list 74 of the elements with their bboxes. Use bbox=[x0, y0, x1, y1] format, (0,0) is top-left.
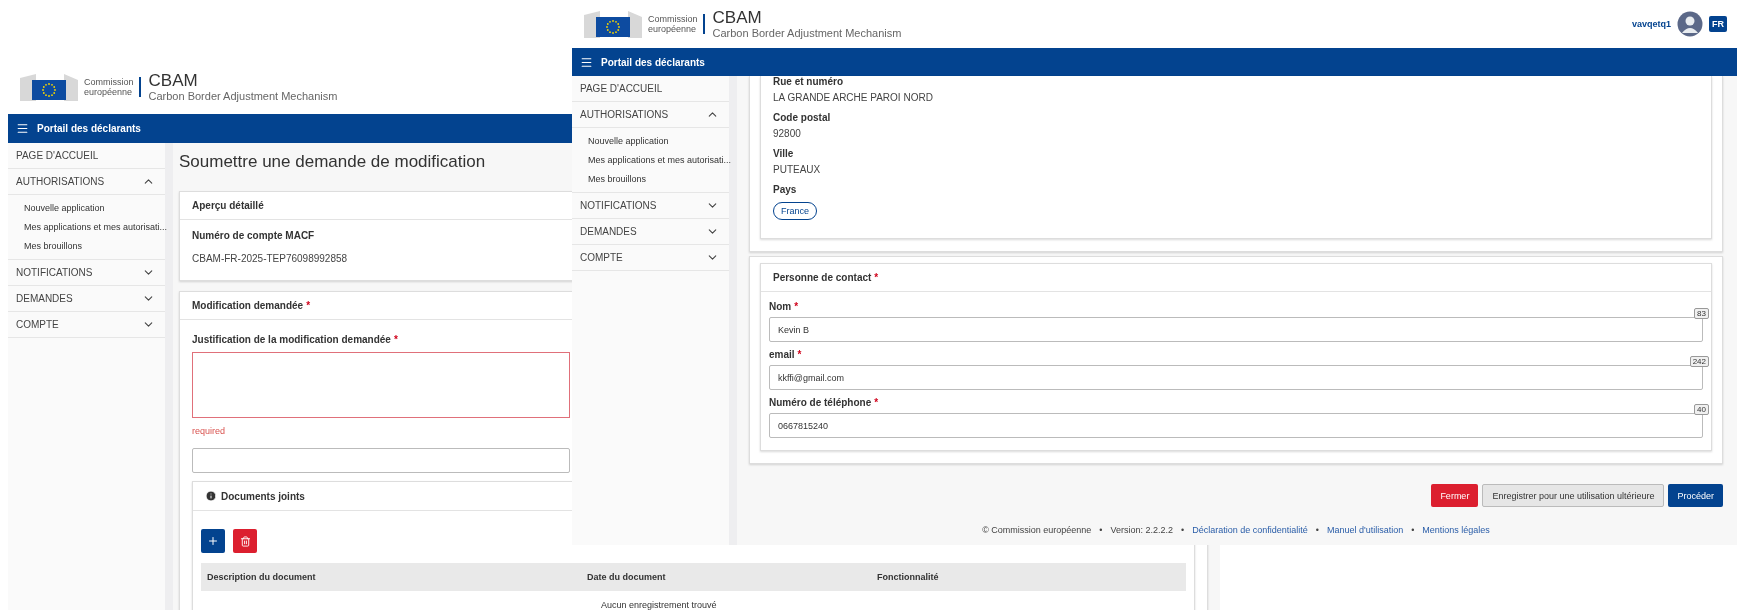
sidebar-subitem[interactable]: Mes applications et mes autorisati... bbox=[572, 150, 729, 169]
sidebar-subitem[interactable]: Mes brouillons bbox=[8, 236, 165, 255]
user-name-link[interactable]: vavqetq1 bbox=[1631, 19, 1671, 29]
action-button[interactable]: Enregistrer pour une utilisation ultérieure bbox=[1482, 484, 1665, 507]
app-title: CBAM bbox=[148, 71, 199, 90]
separator-dot: • bbox=[1411, 525, 1415, 535]
sidebar-item[interactable]: COMPTE bbox=[572, 245, 729, 271]
column-header: Description du document bbox=[207, 572, 317, 582]
input-field[interactable]: Kevin B bbox=[769, 317, 1703, 342]
sidebar-subitem[interactable]: Mes applications et mes autorisati... bbox=[8, 217, 165, 236]
flag-logo bbox=[582, 8, 644, 40]
card-title: Personne de contact * bbox=[761, 264, 1711, 292]
column-header: Fonctionnalité bbox=[877, 572, 940, 582]
sidebar-subitem[interactable]: Mes brouillons bbox=[572, 169, 729, 188]
sidebar-subitem[interactable]: Nouvelle application bbox=[572, 131, 729, 150]
sidebar-item[interactable]: PAGE D'ACCUEIL bbox=[8, 143, 165, 169]
portal-title: Portail des déclarants bbox=[601, 56, 705, 68]
app-title: CBAM bbox=[712, 8, 763, 27]
footer-link[interactable]: Déclaration de confidentialité bbox=[1192, 525, 1308, 535]
avatar-icon[interactable] bbox=[1677, 11, 1703, 37]
separator-dot: • bbox=[1099, 525, 1103, 535]
app-subtitle: Carbon Border Adjustment Mechanism bbox=[148, 90, 338, 103]
input-field[interactable]: kkffi@gmail.com bbox=[769, 365, 1703, 390]
footer-link[interactable]: Mentions légales bbox=[1422, 525, 1490, 535]
field-label: Nom * bbox=[769, 301, 799, 313]
page-title: Soumettre une demande de modification bbox=[179, 152, 486, 172]
flag-logo bbox=[18, 71, 80, 103]
sidebar-item[interactable]: AUTHORISATIONS bbox=[8, 169, 165, 195]
separator-dot: • bbox=[1315, 525, 1319, 535]
sidebar-item[interactable]: DEMANDES bbox=[572, 219, 729, 245]
action-button[interactable]: Fermer bbox=[1431, 484, 1479, 507]
plus-icon bbox=[207, 535, 219, 547]
sidebar-item[interactable]: NOTIFICATIONS bbox=[572, 193, 729, 219]
column-header: Date du document bbox=[587, 572, 667, 582]
field-label: Justification de la modification demandée * bbox=[192, 334, 398, 346]
delete-button[interactable] bbox=[233, 529, 257, 553]
sidebar-item[interactable]: AUTHORISATIONS bbox=[572, 102, 729, 128]
sidebar-subitem[interactable]: Nouvelle application bbox=[8, 198, 165, 217]
language-button[interactable]: FR bbox=[1709, 16, 1727, 32]
footer-text: Version: 2.2.2.2 bbox=[1110, 525, 1173, 535]
portal-title: Portail des déclarants bbox=[37, 123, 141, 134]
character-counter: 242 bbox=[1689, 356, 1709, 367]
input-field[interactable] bbox=[192, 448, 570, 473]
app-subtitle: Carbon Border Adjustment Mechanism bbox=[712, 27, 902, 40]
sidebar-item[interactable]: COMPTE bbox=[8, 312, 165, 338]
sidebar-item[interactable]: NOTIFICATIONS bbox=[8, 260, 165, 286]
field-label: Rue et numéro bbox=[773, 76, 843, 88]
character-counter: 83 bbox=[1694, 308, 1709, 319]
field-label: Numéro de compte MACF bbox=[192, 230, 315, 242]
field-value: LA GRANDE ARCHE PAROI NORD bbox=[773, 92, 934, 104]
sidebar-item[interactable]: DEMANDES bbox=[8, 286, 165, 312]
footer-link[interactable]: Manuel d'utilisation bbox=[1326, 525, 1404, 535]
organization-name: Commission européenne bbox=[84, 77, 141, 97]
character-counter: 40 bbox=[1694, 404, 1709, 415]
trash-icon bbox=[239, 535, 251, 547]
justification-field[interactable] bbox=[192, 352, 570, 418]
input-field[interactable]: 0667815240 bbox=[769, 413, 1703, 438]
field-label: Code postal bbox=[773, 112, 831, 124]
sidebar-item[interactable]: PAGE D'ACCUEIL bbox=[572, 76, 729, 102]
add-button[interactable] bbox=[201, 529, 225, 553]
field-label: Numéro de téléphone * bbox=[769, 397, 879, 409]
field-label: Ville bbox=[773, 148, 794, 160]
field-value: CBAM-FR-2025-TEP76098992858 bbox=[192, 253, 348, 265]
field-label: email * bbox=[769, 349, 802, 361]
organization-name: Commission européenne bbox=[648, 14, 705, 34]
footer-text: © Commission européenne bbox=[982, 525, 1092, 535]
empty-message: Aucun enregistrement trouvé bbox=[600, 599, 718, 610]
separator-dot: • bbox=[1181, 525, 1185, 535]
field-value: PUTEAUX bbox=[773, 164, 822, 176]
menu-icon[interactable] bbox=[580, 55, 593, 69]
menu-icon[interactable] bbox=[16, 122, 29, 135]
field-value: 92800 bbox=[773, 128, 802, 140]
action-button[interactable]: Procéder bbox=[1668, 484, 1723, 507]
info-icon bbox=[205, 490, 217, 502]
